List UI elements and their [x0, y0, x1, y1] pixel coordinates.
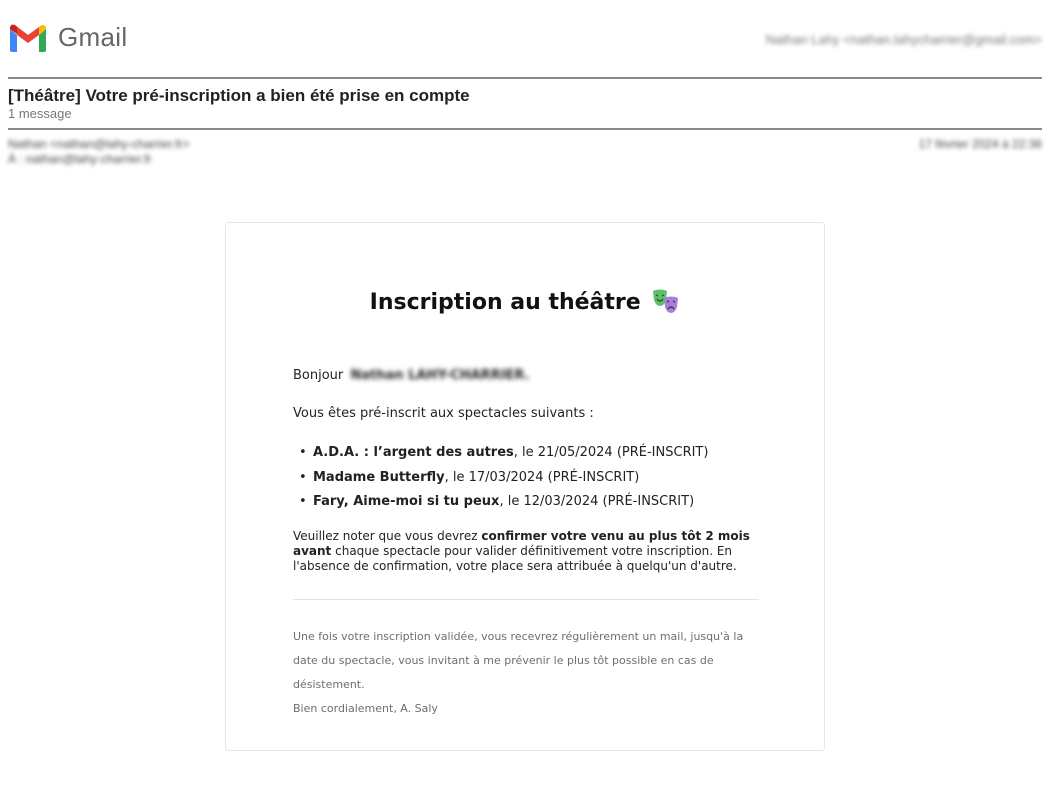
sender: Nathan <nathan@lahy-charrier.fr>: [8, 137, 190, 151]
gmail-wordmark: Gmail: [58, 22, 128, 52]
email-subject: [Théâtre] Votre pré-inscription a bien é…: [8, 86, 470, 105]
list-item: • Fary, Aime-moi si tu peux, le 12/03/20…: [293, 493, 708, 518]
bullet-icon: •: [299, 445, 307, 460]
show-details: , le 21/05/2024 (PRÉ-INSCRIT): [513, 445, 709, 460]
gmail-m-icon: [10, 24, 46, 52]
show-name: Madame Butterfly: [313, 469, 445, 485]
list-item: • A.D.A. : l’argent des autres, le 21/05…: [293, 444, 708, 469]
divider-bottom: [8, 128, 1042, 130]
show-details: , le 17/03/2024 (PRÉ-INSCRIT): [444, 469, 640, 485]
divider-top: [8, 77, 1042, 79]
bullet-icon: •: [299, 494, 307, 509]
message-count: 1 message: [8, 106, 72, 121]
shows-list: • A.D.A. : l’argent des autres, le 21/05…: [293, 444, 708, 518]
footer-text: Une fois votre inscription validée, vous…: [293, 630, 744, 691]
intro-text: Vous êtes pré-inscrit aux spectacles sui…: [293, 406, 594, 421]
email-title-text: Inscription au théâtre: [369, 290, 641, 315]
list-item: • Madame Butterfly, le 17/03/2024 (PRÉ-I…: [293, 469, 708, 494]
note-prefix: Veuillez noter que vous devrez: [293, 529, 482, 543]
greeting: Bonjour Nathan LAHY-CHARRIER.: [293, 368, 530, 383]
account-email: Nathan Lahy <nathan.lahycharrier@gmail.c…: [765, 32, 1042, 47]
email-footer: Une fois votre inscription validée, vous…: [293, 625, 763, 721]
email-card: Inscription au théâtre Bonjour Nathan LA…: [225, 222, 825, 751]
confirmation-note: Veuillez noter que vous devrez confirmer…: [293, 529, 759, 574]
bullet-icon: •: [299, 469, 307, 485]
email-title: Inscription au théâtre: [226, 289, 824, 321]
show-name: Fary, Aime-moi si tu peux: [313, 494, 500, 509]
note-suffix: chaque spectacle pour valider définitive…: [293, 544, 737, 573]
gmail-header: Gmail Nathan Lahy <nathan.lahycharrier@g…: [8, 22, 1042, 58]
show-name: A.D.A. : l’argent des autres: [313, 445, 514, 460]
signature: Bien cordialement, A. Saly: [293, 702, 438, 715]
greeting-word: Bonjour: [293, 368, 344, 383]
recipient-name: Nathan LAHY-CHARRIER.: [350, 368, 530, 383]
recipient: À : nathan@lahy-charrier.fr: [8, 152, 152, 166]
theater-masks-icon: [652, 289, 680, 321]
gmail-logo: Gmail: [8, 22, 127, 53]
show-details: , le 12/03/2024 (PRÉ-INSCRIT): [499, 494, 695, 509]
card-divider: [293, 599, 759, 600]
message-date: 17 février 2024 à 22:36: [918, 137, 1042, 151]
